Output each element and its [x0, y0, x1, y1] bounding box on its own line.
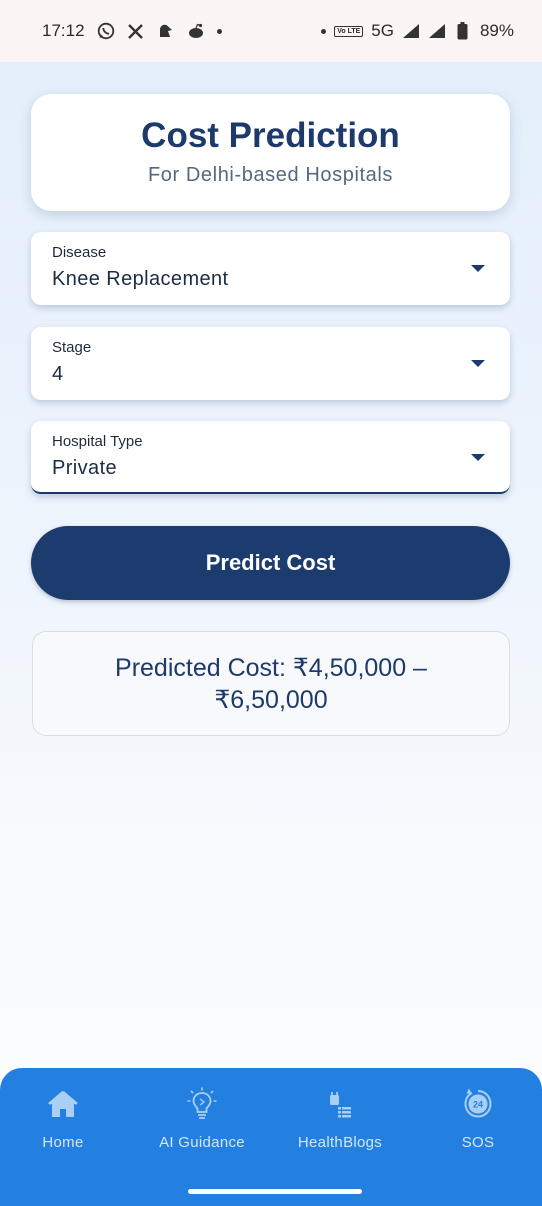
hospital-type-value: Private — [52, 457, 118, 479]
status-bar: 17:12 Vo LTE 5G 89% — [0, 0, 542, 62]
disease-dropdown[interactable]: Disease Knee Replacement — [31, 232, 510, 305]
status-bar-left: 17:12 — [42, 21, 222, 41]
notification-app-icon — [157, 22, 175, 40]
nav-item-healthblogs[interactable]: HealthBlogs — [277, 1086, 403, 1151]
page-subtitle: For Delhi-based Hospitals — [147, 164, 394, 186]
hospital-type-dropdown[interactable]: Hospital Type Private — [31, 421, 510, 494]
reddit-icon — [187, 22, 205, 40]
stage-label: Stage — [52, 339, 92, 356]
svg-text:24: 24 — [473, 1100, 483, 1110]
stage-value: 4 — [52, 363, 64, 385]
nav-item-ai-guidance[interactable]: AI Guidance — [139, 1086, 265, 1151]
whatsapp-icon — [97, 22, 115, 40]
nav-label-healthblogs: HealthBlogs — [297, 1134, 383, 1151]
predicted-cost-text: Predicted Cost: ₹4,50,000 – ₹6,50,000 — [115, 653, 427, 714]
battery-level: 89% — [479, 21, 514, 40]
nav-label-sos: SOS — [461, 1134, 495, 1151]
page-title: Cost Prediction — [141, 116, 400, 155]
home-icon — [0, 1086, 126, 1122]
signal-icon-2 — [428, 22, 446, 40]
nav-item-home[interactable]: Home — [0, 1086, 126, 1151]
disease-value: Knee Replacement — [52, 268, 229, 290]
status-dot — [321, 28, 327, 34]
dropdown-arrow-icon — [471, 454, 485, 461]
result-card: Predicted Cost: ₹4,50,000 – ₹6,50,000 — [32, 631, 510, 736]
disease-label: Disease — [52, 244, 107, 261]
gesture-navigation-bar[interactable] — [188, 1189, 362, 1194]
status-time: 17:12 — [42, 21, 85, 40]
signal-icon — [402, 22, 420, 40]
predict-cost-button[interactable]: Predict Cost — [31, 526, 510, 600]
dropdown-arrow-icon — [471, 265, 485, 272]
lightbulb-icon — [139, 1086, 265, 1122]
hospital-type-label: Hospital Type — [52, 433, 143, 450]
battery-icon — [454, 22, 472, 40]
volte-badge: Vo LTE — [334, 25, 364, 37]
sos-24-icon: 24 — [415, 1086, 541, 1122]
status-bar-right: Vo LTE 5G 89% — [321, 21, 514, 41]
blog-icon — [277, 1086, 403, 1122]
dropdown-arrow-icon — [471, 360, 485, 367]
x-icon — [127, 22, 145, 40]
nav-item-sos[interactable]: 24 SOS — [415, 1086, 541, 1151]
nav-label-ai-guidance: AI Guidance — [159, 1134, 245, 1151]
bottom-navigation: Home AI Guidance HealthBlogs 24 SOS — [0, 1068, 542, 1206]
more-notifications-dot — [216, 28, 222, 34]
stage-dropdown[interactable]: Stage 4 — [31, 327, 510, 400]
header-card: Cost Prediction For Delhi-based Hospital… — [31, 94, 510, 211]
network-type: 5G — [371, 21, 394, 40]
nav-label-home: Home — [42, 1134, 84, 1151]
